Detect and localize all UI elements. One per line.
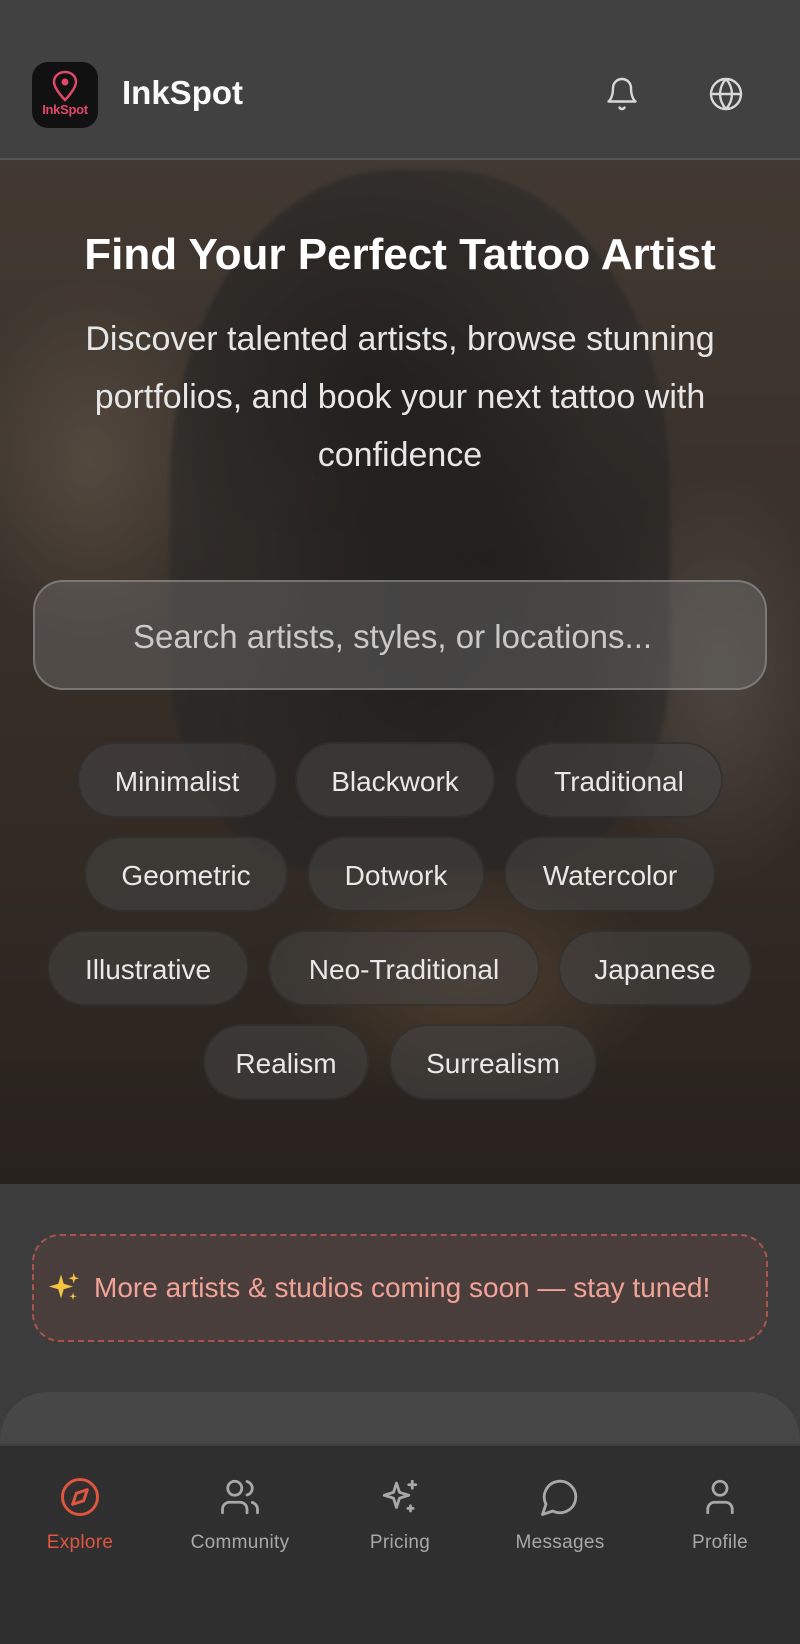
style-chip-dotwork[interactable]: Dotwork	[307, 836, 485, 912]
style-chip-minimalist[interactable]: Minimalist	[77, 742, 277, 818]
location-pin-icon	[52, 70, 78, 102]
style-chip-traditional[interactable]: Traditional	[515, 742, 723, 818]
tab-label: Community	[190, 1532, 290, 1553]
bell-icon[interactable]	[604, 76, 640, 112]
tab-profile[interactable]: Profile	[650, 1476, 790, 1554]
chat-bubble-icon	[541, 1479, 578, 1516]
style-chip-geometric[interactable]: Geometric	[84, 836, 288, 912]
style-chip-blackwork[interactable]: Blackwork	[295, 742, 495, 818]
hero-subtitle: Discover talented artists, browse stunni…	[85, 320, 715, 474]
hero-title: Find Your Perfect Tattoo Artist	[84, 230, 716, 279]
style-chip-surrealism[interactable]: Surrealism	[389, 1024, 597, 1100]
compass-icon	[61, 1478, 99, 1516]
app-logo[interactable]: InkSpot	[32, 62, 98, 128]
style-chip-watercolor[interactable]: Watercolor	[504, 836, 716, 912]
bottom-tab-bar: Explore Community Pricing Messages Profi…	[0, 1444, 800, 1644]
sparkles-icon	[49, 1273, 79, 1300]
search-input[interactable]: Search artists, styles, or locations...	[33, 580, 767, 690]
user-icon	[706, 1479, 734, 1515]
style-chip-neo-traditional[interactable]: Neo-Traditional	[268, 930, 540, 1006]
coming-soon-banner: More artists & studios coming soon — sta…	[32, 1234, 768, 1342]
logo-text: InkSpot	[42, 102, 88, 117]
style-chip-realism[interactable]: Realism	[203, 1024, 369, 1100]
tab-label: Explore	[46, 1532, 114, 1553]
tab-messages[interactable]: Messages	[490, 1476, 630, 1554]
globe-icon[interactable]	[708, 76, 744, 112]
banner-text: More artists & studios coming soon — sta…	[94, 1272, 711, 1303]
style-chip-japanese[interactable]: Japanese	[558, 930, 752, 1006]
tab-label: Messages	[515, 1532, 605, 1553]
search-placeholder: Search artists, styles, or locations...	[133, 618, 653, 655]
tab-pricing[interactable]: Pricing	[330, 1476, 470, 1554]
tab-explore[interactable]: Explore	[10, 1476, 150, 1554]
hero-section: Find Your Perfect Tattoo Artist Discover…	[0, 160, 800, 1184]
app-header: InkSpot InkSpot	[0, 0, 800, 160]
app-title: InkSpot	[122, 74, 243, 111]
users-icon	[221, 1479, 259, 1515]
tab-label: Profile	[692, 1532, 748, 1553]
style-chip-illustrative[interactable]: Illustrative	[47, 930, 249, 1006]
sparkles-icon	[382, 1479, 418, 1513]
tab-community[interactable]: Community	[170, 1476, 310, 1554]
tab-label: Pricing	[369, 1532, 431, 1553]
